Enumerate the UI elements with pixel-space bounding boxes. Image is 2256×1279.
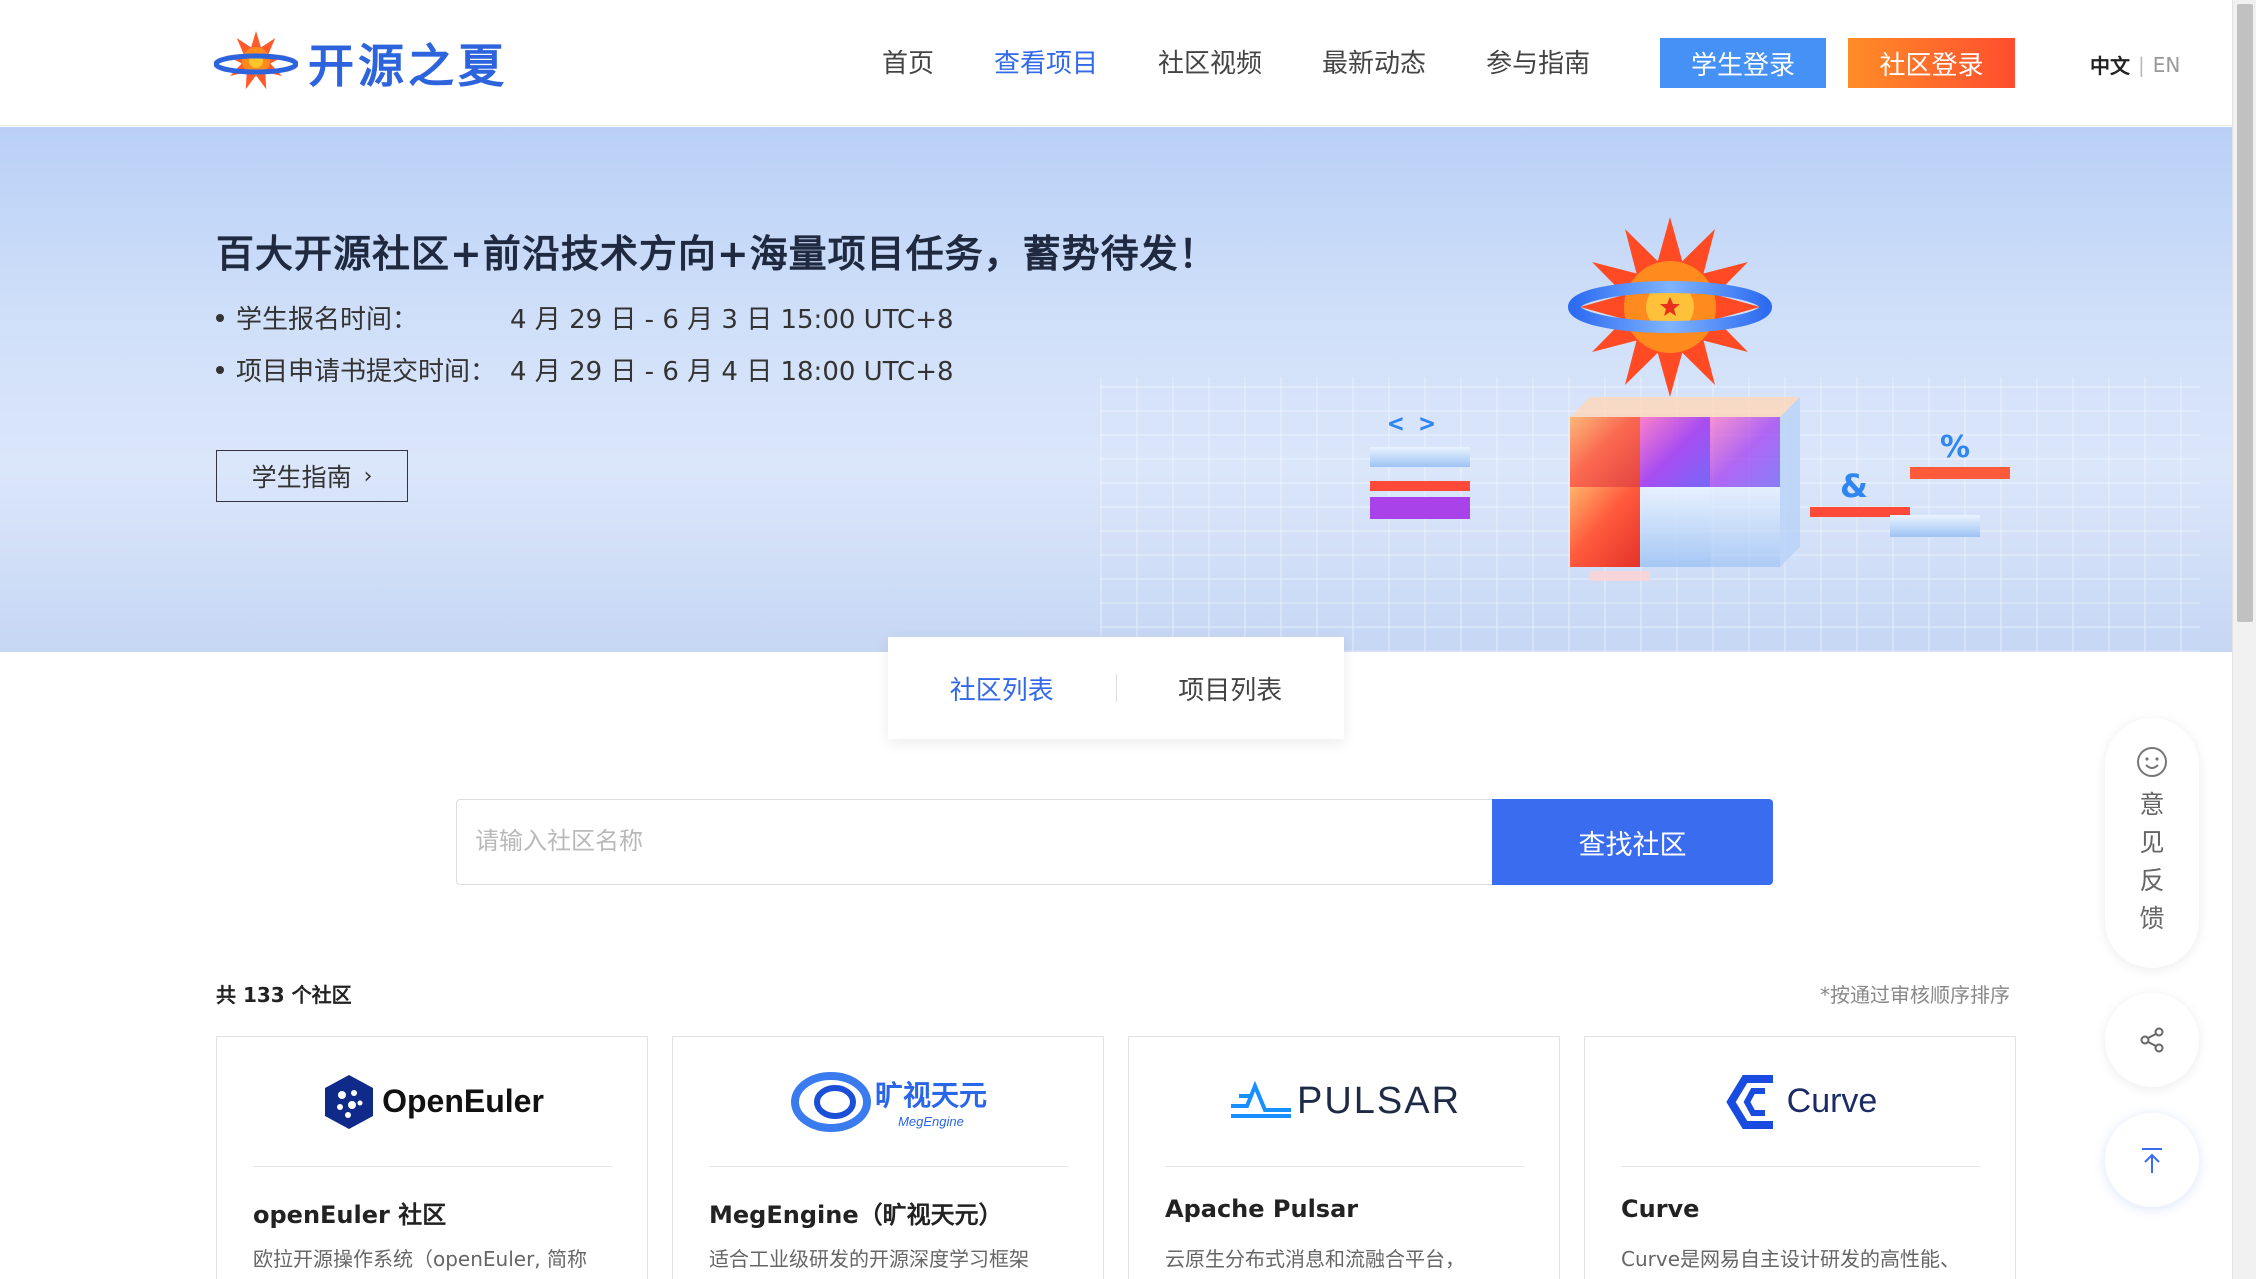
feedback-label: 意 见 反 馈 (2139, 786, 2164, 938)
feedback-char: 反 (2139, 866, 2165, 895)
arrow-up-icon (2142, 1148, 2162, 1173)
top-header: 开源之夏 首页 查看项目 社区视频 最新动态 参与指南 学生登录 社区登录 中文… (0, 0, 2232, 126)
card-description: 云原生分布式消息和流融合平台， (1165, 1247, 1465, 1271)
nav-videos[interactable]: 社区视频 (1158, 40, 1262, 88)
feedback-char: 馈 (2139, 904, 2165, 933)
lang-en[interactable]: EN (2153, 53, 2181, 77)
student-signup-time: 学生报名时间： 4 月 29 日 - 6 月 3 日 15:00 UTC+8 (216, 299, 954, 336)
tab-project-list[interactable]: 项目列表 (1117, 670, 1345, 707)
smile-icon (2137, 747, 2167, 777)
proposal-time-value: 4 月 29 日 - 6 月 4 日 18:00 UTC+8 (510, 357, 954, 387)
hero-illustration: < > & % (1370, 217, 2010, 581)
proposal-submit-time: 项目申请书提交时间： 4 月 29 日 - 6 月 4 日 18:00 UTC+… (216, 351, 954, 388)
ampersand-symbol: & (1840, 467, 1868, 505)
community-card-pulsar[interactable]: PULSAR Apache Pulsar 云原生分布式消息和流融合平台， (1128, 1036, 1560, 1279)
bullet-dot (216, 313, 224, 322)
card-description: Curve是网易自主设计研发的高性能、 (1621, 1247, 1961, 1271)
pulsar-logo-text: PULSAR (1296, 1080, 1462, 1122)
megengine-logo-subtext: MegEngine (898, 1114, 964, 1129)
card-title: Curve (1621, 1195, 1700, 1223)
curve-c-icon (1725, 1074, 1773, 1129)
chevron-right-icon: › (363, 463, 373, 489)
main-nav: 首页 查看项目 社区视频 最新动态 参与指南 (882, 40, 1650, 88)
nav-projects[interactable]: 查看项目 (994, 40, 1098, 88)
student-guide-label: 学生指南 (251, 463, 352, 492)
hero-banner: 百大开源社区+前沿技术方向+海量项目任务，蓄势待发！ 学生报名时间： 4 月 2… (0, 127, 2232, 652)
student-guide-button[interactable]: 学生指南 › (216, 450, 408, 502)
proposal-time-label: 项目申请书提交时间： (236, 357, 497, 387)
banner-title: 百大开源社区+前沿技术方向+海量项目任务，蓄势待发！ (216, 232, 1218, 276)
openeuler-logo: OpenEuler (322, 1073, 544, 1131)
share-button[interactable] (2105, 993, 2199, 1087)
search-community-button[interactable]: 查找社区 (1492, 799, 1773, 885)
openeuler-hex-icon (325, 1074, 374, 1129)
pulsar-wave-icon (1230, 1080, 1291, 1118)
feedback-button[interactable]: 意 见 反 馈 (2105, 718, 2199, 968)
tab-community-list[interactable]: 社区列表 (888, 670, 1116, 707)
percent-symbol: % (1940, 430, 1970, 465)
language-switch: 中文 | EN (2090, 50, 2180, 79)
community-card-curve[interactable]: Curve Curve Curve是网易自主设计研发的高性能、 (1584, 1036, 2016, 1279)
site-logo[interactable]: 开源之夏 (214, 28, 508, 98)
megengine-logo: 旷视天元 MegEngine (790, 1071, 987, 1132)
openeuler-logo-text: OpenEuler (382, 1083, 544, 1119)
page-scrollbar[interactable] (2232, 0, 2256, 1279)
pulsar-logo: PULSAR (1229, 1080, 1461, 1124)
back-to-top-button[interactable] (2105, 1113, 2199, 1207)
list-tabs: 社区列表 项目列表 (888, 637, 1344, 739)
card-logo-area: Curve (1621, 1037, 1981, 1167)
nav-guide[interactable]: 参与指南 (1486, 40, 1590, 88)
community-card-megengine[interactable]: 旷视天元 MegEngine MegEngine（旷视天元） 适合工业级研发的开… (672, 1036, 1104, 1279)
flower-logo-icon (214, 31, 298, 90)
card-logo-area: PULSAR (1165, 1037, 1525, 1167)
community-card-openeuler[interactable]: OpenEuler openEuler 社区 欧拉开源操作系统（openEule… (216, 1036, 648, 1279)
bullet-dot (216, 365, 224, 374)
signup-time-value: 4 月 29 日 - 6 月 3 日 15:00 UTC+8 (510, 305, 954, 335)
curve-logo-text: Curve (1786, 1082, 1878, 1120)
megengine-swirl-icon (790, 1071, 871, 1132)
community-login-button[interactable]: 社区登录 (1848, 38, 2015, 88)
card-logo-area: OpenEuler (253, 1037, 613, 1167)
nav-news[interactable]: 最新动态 (1322, 40, 1426, 88)
card-logo-area: 旷视天元 MegEngine (709, 1037, 1069, 1167)
curve-logo: Curve (1725, 1071, 1878, 1133)
card-title: Apache Pulsar (1165, 1195, 1359, 1223)
code-symbol: < > (1388, 409, 1435, 439)
card-title: MegEngine（旷视天元） (709, 1201, 1003, 1229)
share-icon (2140, 1027, 2164, 1053)
lang-separator: | (2138, 52, 2145, 77)
lang-zh[interactable]: 中文 (2090, 50, 2130, 79)
card-title: openEuler 社区 (253, 1201, 447, 1229)
megengine-logo-text: 旷视天元 (874, 1079, 987, 1112)
student-login-button[interactable]: 学生登录 (1660, 38, 1826, 88)
feedback-char: 意 (2139, 790, 2165, 819)
logo-text: 开源之夏 (308, 39, 508, 93)
feedback-char: 见 (2139, 828, 2165, 857)
scrollbar-thumb[interactable] (2237, 4, 2253, 622)
community-count: 共 133 个社区 (216, 983, 352, 1007)
signup-time-label: 学生报名时间： (236, 305, 419, 335)
card-description: 欧拉开源操作系统（openEuler, 简称 (253, 1247, 588, 1271)
community-search-input[interactable] (456, 799, 1492, 885)
sort-note: *按通过审核顺序排序 (1820, 983, 2010, 1007)
nav-home[interactable]: 首页 (882, 40, 934, 88)
card-description: 适合工业级研发的开源深度学习框架 (709, 1247, 1029, 1271)
